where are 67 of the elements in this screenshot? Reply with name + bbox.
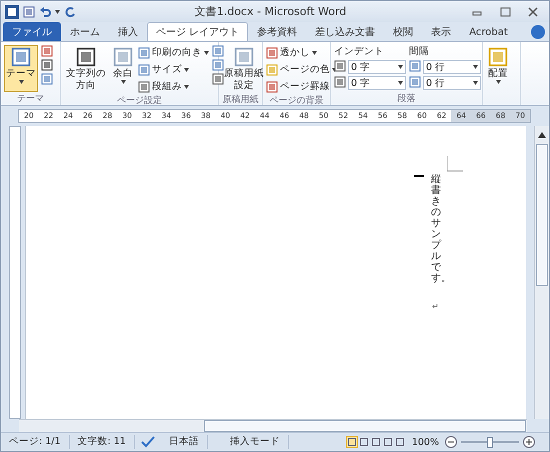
language-label[interactable]: 日本語: [160, 435, 208, 449]
view-button[interactable]: [394, 436, 406, 448]
caret-icon: [204, 50, 209, 54]
horizontal-scrollbar[interactable]: [19, 419, 527, 432]
window-title: 文書1.docx - Microsoft Word: [194, 4, 348, 19]
ribbon-tab[interactable]: ページ レイアウト: [147, 22, 248, 41]
proofing-check-icon[interactable]: [140, 436, 155, 448]
ribbon-tab[interactable]: 挿入: [109, 22, 147, 41]
ribbon-tab[interactable]: 校閲: [384, 22, 422, 41]
caret-icon: [184, 84, 189, 88]
background-button[interactable]: ページの色: [266, 62, 337, 77]
redo-icon[interactable]: [64, 6, 76, 18]
zoom-out-icon[interactable]: [445, 436, 457, 448]
caret-icon: [473, 81, 478, 85]
group-label: テーマ: [16, 93, 45, 105]
ribbon-tab[interactable]: 参考資料: [248, 22, 306, 41]
scroll-up-icon[interactable]: [538, 132, 546, 138]
view-button[interactable]: [346, 436, 358, 448]
caret-icon: [312, 50, 317, 54]
ribbon-tab[interactable]: ホーム: [61, 22, 109, 41]
caret-icon: [473, 65, 478, 69]
background-button[interactable]: ページ罫線: [266, 79, 337, 94]
group-label: 段落: [396, 92, 416, 105]
indent-spinner[interactable]: 0 字: [348, 76, 406, 90]
view-button[interactable]: [382, 436, 394, 448]
text-direction-button[interactable]: 文字列の 方向: [64, 45, 108, 94]
margins-button[interactable]: 余白: [111, 45, 135, 94]
spacing-spinner[interactable]: 0 行: [423, 76, 481, 90]
vertical-scrollbar[interactable]: [534, 126, 549, 419]
zoom-level[interactable]: 100%: [412, 436, 439, 448]
caret-icon: [398, 81, 403, 85]
ribbon-tab[interactable]: 差し込み文書: [306, 22, 384, 41]
ribbon-tab[interactable]: 表示: [422, 22, 460, 41]
columns-button[interactable]: 段組み: [138, 79, 209, 94]
scroll-thumb[interactable]: [204, 420, 526, 432]
background-button[interactable]: 透かし: [266, 45, 337, 60]
caret-icon: [398, 65, 403, 69]
insert-mode-label[interactable]: 挿入モード: [222, 435, 289, 449]
manuscript-button[interactable]: 原稿用紙 設定: [222, 45, 266, 93]
zoom-in-icon[interactable]: [523, 436, 535, 448]
ribbon-tab[interactable]: Acrobat: [460, 22, 517, 41]
spacing-label: 間隔: [409, 45, 430, 58]
arrange-button[interactable]: 配置: [486, 45, 510, 105]
zoom-thumb[interactable]: [487, 436, 493, 448]
orientation-button[interactable]: 印刷の向き: [138, 45, 209, 60]
caret-icon: [55, 10, 60, 14]
caret-icon: [496, 80, 500, 84]
paragraph-mark: ↵: [432, 302, 439, 311]
group-label: ページの背景: [268, 94, 324, 107]
scroll-thumb[interactable]: [536, 144, 548, 286]
indent-spinner[interactable]: 0 字: [348, 60, 406, 74]
indent-label: インデント: [334, 45, 385, 58]
size-button[interactable]: サイズ: [138, 62, 209, 77]
undo-icon[interactable]: [39, 6, 51, 18]
theme-button[interactable]: テーマ: [4, 45, 38, 92]
page-count[interactable]: ページ: 1/1: [1, 435, 70, 449]
caret-icon: [18, 80, 24, 84]
caret-icon: [120, 80, 126, 84]
word-count[interactable]: 文字数: 11: [70, 435, 135, 449]
view-button[interactable]: [370, 436, 382, 448]
group-label: ページ設定: [116, 94, 163, 107]
caret-icon: [184, 68, 189, 72]
view-button[interactable]: [358, 436, 370, 448]
ribbon-tab[interactable]: ファイル: [3, 22, 61, 41]
corner-mark-icon: [447, 156, 463, 172]
spacing-spinner[interactable]: 0 行: [423, 60, 481, 74]
group-label: 原稿用紙: [222, 94, 260, 106]
